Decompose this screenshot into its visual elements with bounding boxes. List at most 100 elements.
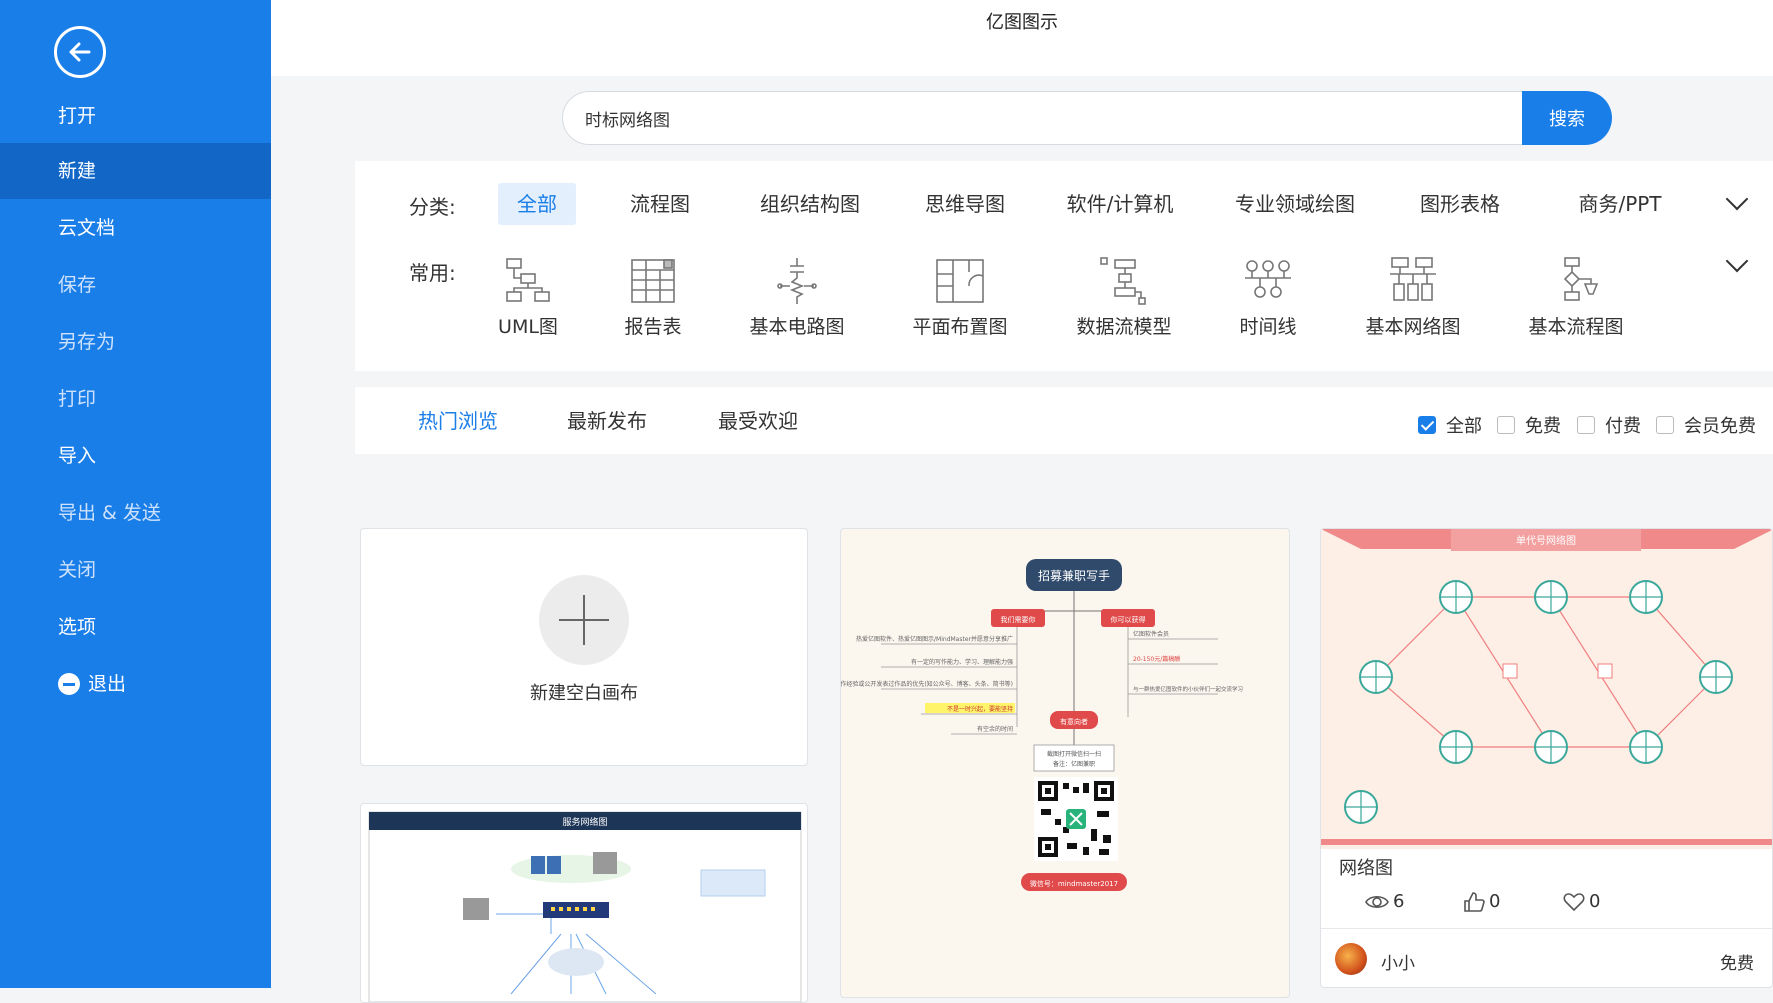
category-flowchart[interactable]: 流程图 — [610, 183, 710, 225]
common-data-flow-label: 数据流模型 — [1076, 316, 1172, 338]
filter-member-free-label: 会员免费 — [1684, 416, 1756, 437]
sidebar-item-close[interactable]: 关闭 — [0, 542, 271, 598]
search-bar: 搜索 — [562, 91, 1612, 145]
category-panel: 分类: 全部 流程图 组织结构图 思维导图 软件/计算机 专业领域绘图 图形表格… — [355, 161, 1773, 371]
common-timeline[interactable]: 时间线 — [1193, 256, 1343, 339]
template-card-topology[interactable]: 服务网络图 — [360, 803, 808, 1003]
filter-paid[interactable]: 付费 — [1577, 412, 1641, 438]
filter-member-free[interactable]: 会员免费 — [1656, 412, 1756, 438]
category-all[interactable]: 全部 — [498, 183, 576, 225]
common-floor-plan[interactable]: 平面布置图 — [885, 256, 1035, 339]
eye-icon — [1365, 895, 1389, 908]
sort-tabs-bar: 热门浏览 最新发布 最受欢迎 全部 免费 付费 会员免费 — [355, 387, 1773, 454]
thumbs-up-icon — [1464, 891, 1485, 912]
common-basic-flow[interactable]: 基本流程图 — [1501, 256, 1651, 339]
common-report-label: 报告表 — [624, 316, 682, 338]
network-icon — [1390, 257, 1436, 301]
common-circuit-label: 基本电路图 — [749, 316, 845, 338]
sidebar-item-save[interactable]: 保存 — [0, 257, 271, 313]
filter-all-label: 全部 — [1446, 416, 1482, 437]
filter-free[interactable]: 免费 — [1497, 412, 1561, 438]
filter-all[interactable]: 全部 — [1418, 412, 1482, 438]
mindmap-branch-left: 我们需要你 — [1001, 615, 1036, 624]
data-flow-icon — [1100, 257, 1146, 305]
report-table-icon — [631, 259, 675, 303]
network-banner: 单代号网络图 — [1516, 534, 1576, 547]
sidebar-item-import[interactable]: 导入 — [0, 428, 271, 484]
arrow-left-icon — [69, 42, 91, 62]
back-button[interactable] — [54, 26, 106, 78]
common-basic-flow-label: 基本流程图 — [1528, 316, 1624, 338]
qr-code-icon — [1034, 777, 1118, 861]
title-bar: 亿图图示 — [271, 0, 1773, 76]
category-business-ppt[interactable]: 商务/PPT — [1555, 183, 1685, 225]
common-floor-plan-label: 平面布置图 — [912, 316, 1008, 338]
plus-icon — [539, 575, 629, 665]
filter-paid-label: 付费 — [1605, 416, 1641, 437]
mindmap-bottom-item: 备注：亿图兼职 — [1053, 760, 1095, 768]
mindmap-right-item: 亿图软件会员 — [1133, 630, 1169, 638]
template-card-mindmap[interactable]: 招募兼职写手 我们需要你 你可以获得 热爱亿图软件、热爱亿图图示/MindMas… — [840, 528, 1290, 998]
sidebar-item-open[interactable]: 打开 — [0, 88, 271, 144]
exit-label: 退出 — [88, 673, 127, 695]
view-count: 6 — [1365, 891, 1404, 912]
like-count-value: 0 — [1489, 891, 1501, 912]
category-label: 分类: — [409, 195, 456, 219]
mindmap-bottom-item: 截图打开微信扫一扫 — [1047, 750, 1101, 758]
common-circuit[interactable]: 基本电路图 — [722, 256, 872, 339]
mindmap-left-item: 不是一时兴起，要能坚持 — [947, 705, 1013, 713]
timeline-icon — [1245, 260, 1291, 298]
chevron-down-icon[interactable] — [1725, 249, 1749, 273]
avatar[interactable] — [1335, 943, 1367, 975]
view-count-value: 6 — [1393, 891, 1405, 912]
topology-banner: 服务网络图 — [562, 816, 607, 828]
mindmap-right-item: 20-150元/篇稿酬 — [1133, 655, 1180, 663]
sidebar-item-new[interactable]: 新建 — [0, 143, 271, 199]
mindmap-left-item: 有空余的时间 — [977, 725, 1013, 733]
category-org-chart[interactable]: 组织结构图 — [745, 183, 875, 225]
sidebar-item-cloud-docs[interactable]: 云文档 — [0, 200, 271, 256]
author-name[interactable]: 小小 — [1381, 949, 1415, 974]
common-report[interactable]: 报告表 — [578, 256, 728, 339]
tab-popular[interactable]: 最受欢迎 — [718, 405, 798, 434]
template-title: 网络图 — [1339, 858, 1393, 879]
mindmap-branch-right: 你可以获得 — [1111, 615, 1146, 624]
tab-hot[interactable]: 热门浏览 — [418, 405, 498, 434]
like-button[interactable]: 0 — [1463, 891, 1500, 912]
search-button[interactable]: 搜索 — [1522, 91, 1612, 145]
favorite-button[interactable]: 0 — [1563, 891, 1600, 912]
new-blank-canvas-card[interactable]: 新建空白画布 — [360, 528, 808, 766]
price-label: 免费 — [1720, 954, 1754, 974]
app-title: 亿图图示 — [986, 12, 1058, 33]
checkbox-icon — [1497, 416, 1515, 434]
sidebar-item-save-as[interactable]: 另存为 — [0, 314, 271, 370]
category-software[interactable]: 软件/计算机 — [1055, 183, 1185, 225]
sidebar-item-exit[interactable]: 退出 — [0, 656, 271, 712]
circuit-icon — [777, 258, 817, 304]
favorite-count-value: 0 — [1589, 891, 1601, 912]
chevron-down-icon[interactable] — [1725, 187, 1749, 211]
sidebar-item-options[interactable]: 选项 — [0, 599, 271, 655]
mindmap-left-item: 有一定的写作能力、学习、理解能力强 — [911, 658, 1013, 666]
checkbox-checked-icon — [1418, 416, 1436, 434]
minus-circle-icon — [58, 673, 80, 695]
sidebar: 打开 新建 云文档 保存 另存为 打印 导入 导出 & 发送 关闭 选项 退出 — [0, 0, 271, 988]
category-mind-map[interactable]: 思维导图 — [910, 183, 1020, 225]
common-label: 常用: — [409, 261, 456, 285]
search-input[interactable] — [562, 91, 1522, 145]
category-professional[interactable]: 专业领域绘图 — [1220, 183, 1370, 225]
common-network[interactable]: 基本网络图 — [1338, 256, 1488, 339]
new-canvas-label: 新建空白画布 — [530, 683, 638, 704]
category-tables[interactable]: 图形表格 — [1405, 183, 1515, 225]
uml-icon — [506, 258, 550, 302]
floor-plan-icon — [936, 259, 984, 303]
topology-preview: 服务网络图 — [368, 811, 802, 1002]
sidebar-item-print[interactable]: 打印 — [0, 371, 271, 427]
mindmap-preview: 招募兼职写手 我们需要你 你可以获得 热爱亿图软件、热爱亿图图示/MindMas… — [841, 559, 1243, 891]
common-data-flow[interactable]: 数据流模型 — [1049, 256, 1199, 339]
sidebar-item-export-send[interactable]: 导出 & 发送 — [0, 485, 271, 541]
checkbox-icon — [1577, 416, 1595, 434]
template-card-network[interactable]: 单代号网络图 网络图 6 0 0 小小 免费 — [1320, 528, 1773, 988]
tab-newest[interactable]: 最新发布 — [567, 405, 647, 434]
mindmap-left-item: 热爱亿图软件、热爱亿图图示/MindMaster并愿意分享推广 — [856, 635, 1013, 643]
